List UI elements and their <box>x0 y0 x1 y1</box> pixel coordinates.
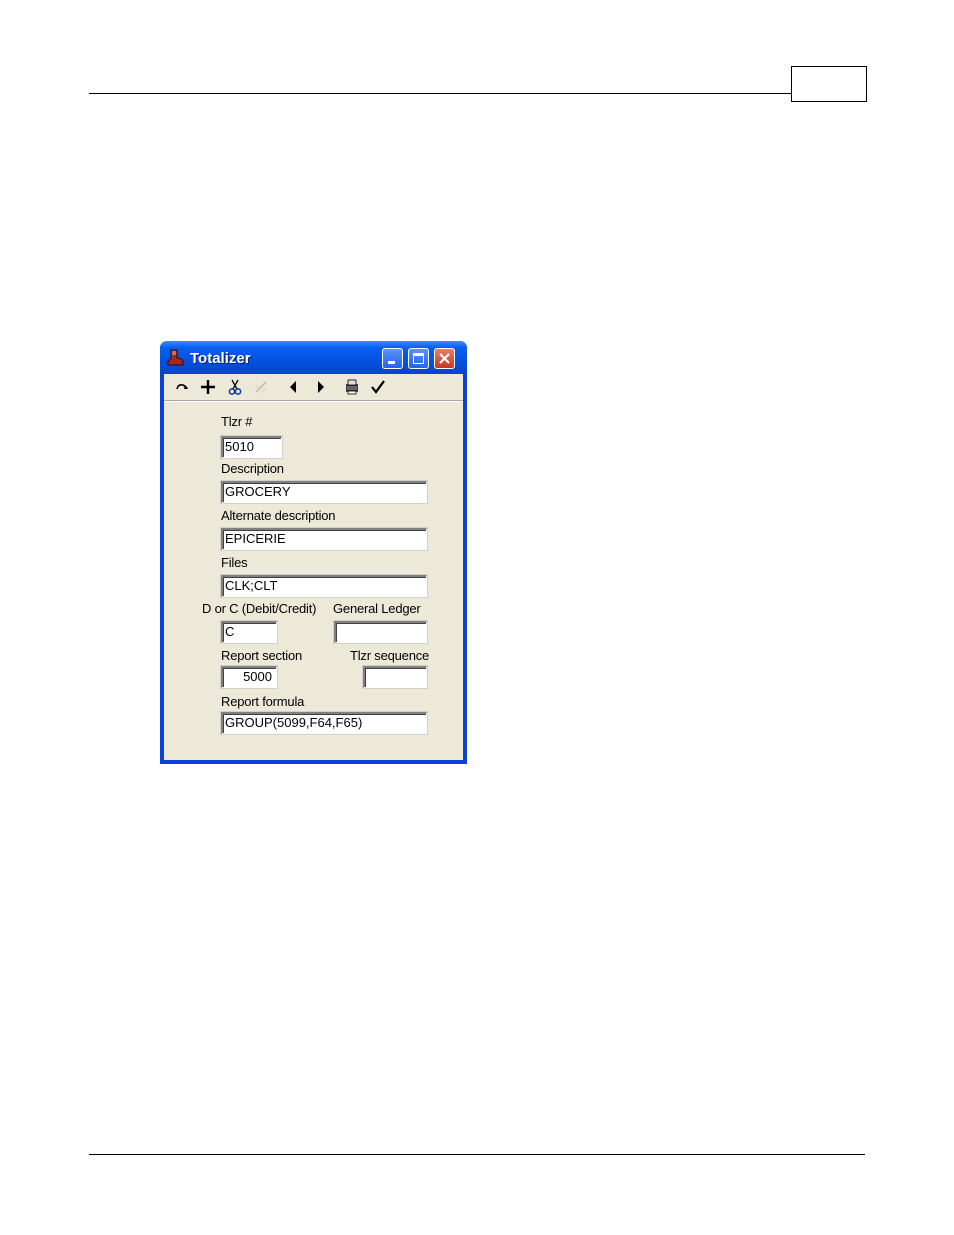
files-label: Files <box>221 555 248 570</box>
header-rule <box>89 93 792 94</box>
tlzr-number-label: Tlzr # <box>221 414 253 429</box>
totalizer-window: Totalizer Tlzr # 5010 Description GROCER… <box>160 341 467 764</box>
general-ledger-field[interactable] <box>334 621 427 643</box>
previous-icon[interactable] <box>285 378 303 396</box>
tlzr-sequence-field[interactable] <box>363 666 427 688</box>
toolbar <box>164 374 463 401</box>
redo-icon[interactable] <box>174 378 192 396</box>
report-formula-label: Report formula <box>221 694 305 709</box>
close-icon <box>439 353 450 364</box>
dialog-client-area: Tlzr # 5010 Description GROCERY Alternat… <box>164 374 463 760</box>
report-section-field[interactable]: 5000 <box>221 666 277 688</box>
disabled-edit-icon <box>255 381 267 393</box>
footer-rule <box>89 1154 865 1155</box>
cut-icon[interactable] <box>226 378 244 396</box>
alt-description-field[interactable]: EPICERIE <box>221 528 427 550</box>
report-formula-field[interactable]: GROUP(5099,F64,F65) <box>221 712 427 734</box>
window-title: Totalizer <box>190 350 251 367</box>
alt-description-label: Alternate description <box>221 508 336 523</box>
description-label: Description <box>221 461 284 476</box>
general-ledger-label: General Ledger <box>333 601 421 616</box>
maximize-button[interactable] <box>408 348 429 369</box>
tlzr-sequence-label: Tlzr sequence <box>350 648 430 663</box>
page-number-box <box>791 66 867 102</box>
tlzr-number-field[interactable]: 5010 <box>221 436 282 458</box>
minimize-button[interactable] <box>382 348 403 369</box>
debit-credit-label: D or C (Debit/Credit) <box>202 601 317 616</box>
files-field[interactable]: CLK;CLT <box>221 575 427 597</box>
debit-credit-field[interactable]: C <box>221 621 277 643</box>
boot-icon <box>167 349 184 366</box>
print-icon[interactable] <box>343 378 361 396</box>
maximize-icon <box>413 353 424 364</box>
checkmark-icon[interactable] <box>369 378 387 396</box>
description-field[interactable]: GROCERY <box>221 481 427 503</box>
close-button[interactable] <box>434 348 455 369</box>
title-bar[interactable]: Totalizer <box>160 341 467 374</box>
next-icon[interactable] <box>312 378 330 396</box>
add-icon[interactable] <box>199 378 217 396</box>
minimize-icon <box>388 361 395 364</box>
report-section-label: Report section <box>221 648 303 663</box>
